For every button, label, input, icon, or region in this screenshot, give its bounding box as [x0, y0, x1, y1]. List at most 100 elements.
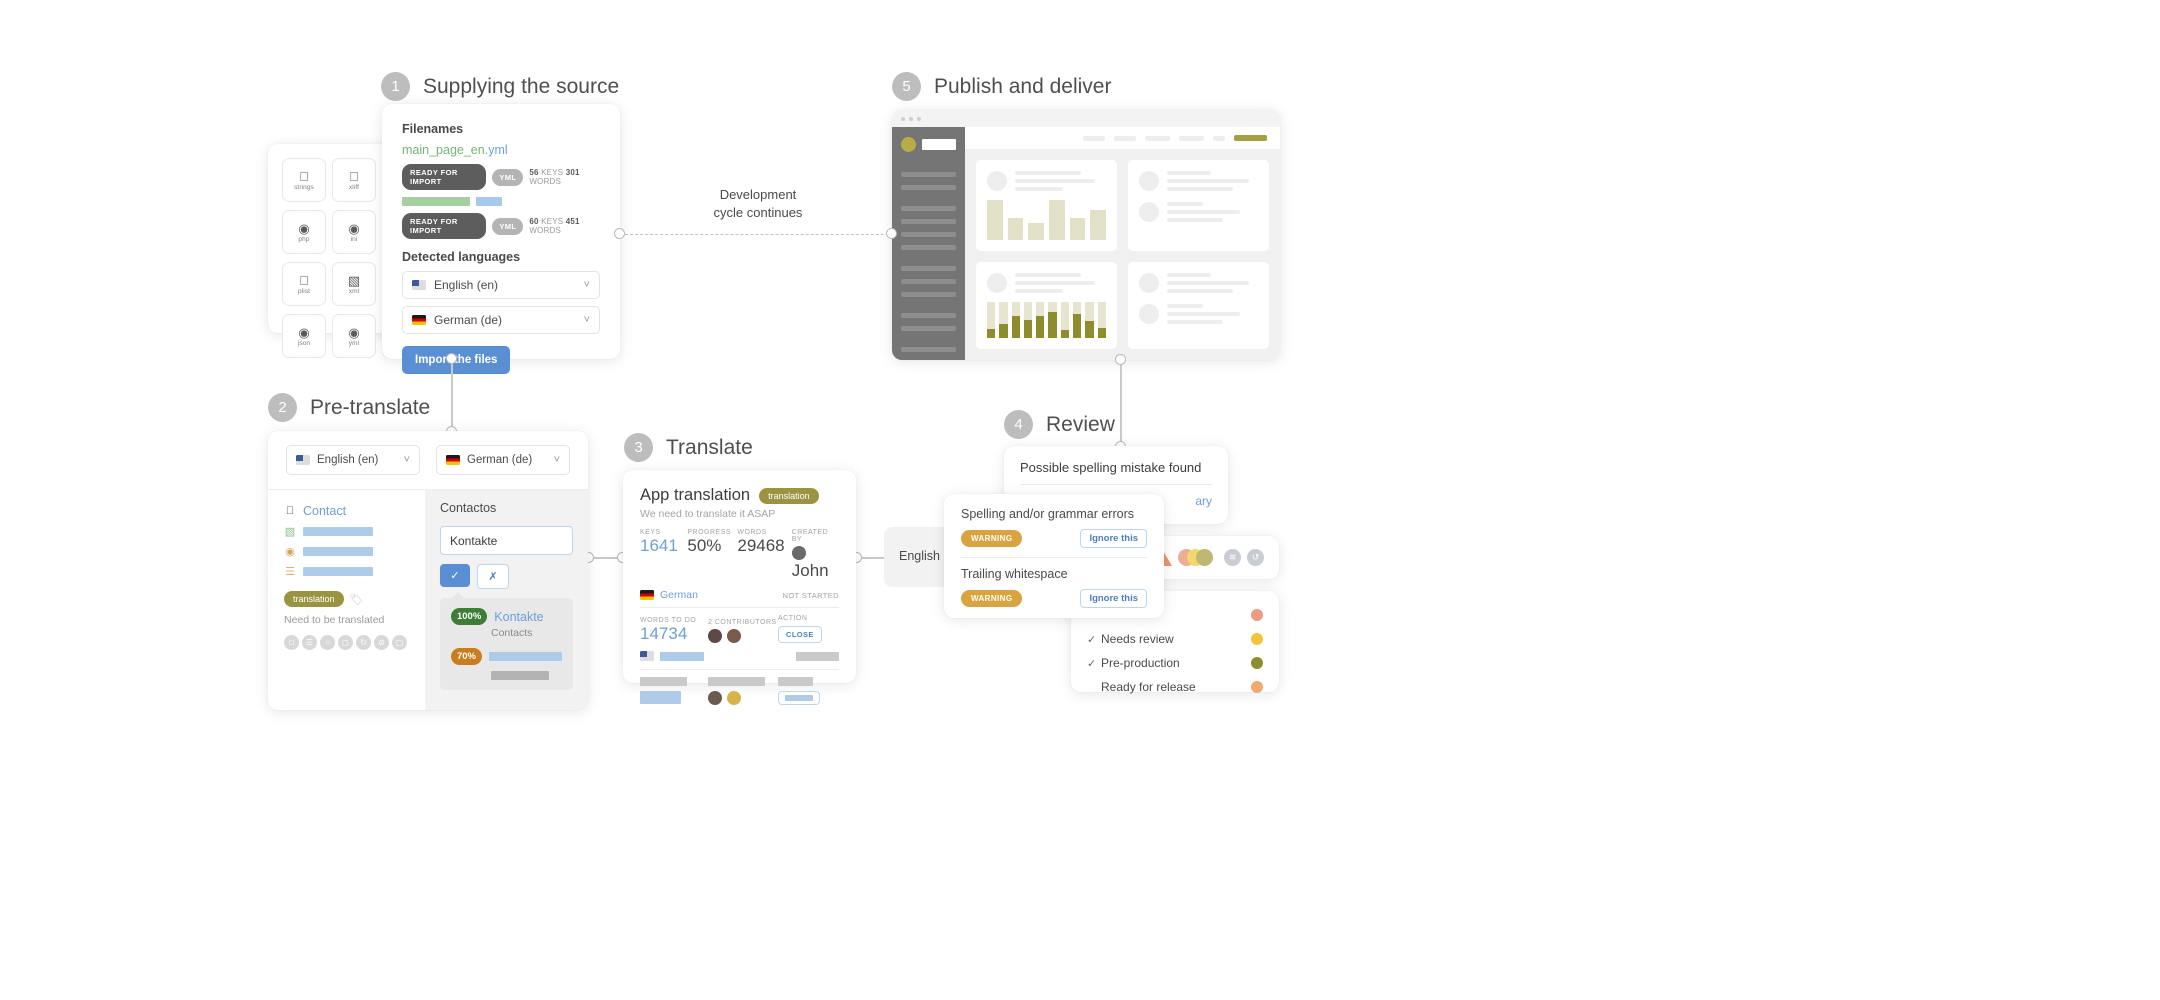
reject-button[interactable]: ✗ — [476, 564, 509, 589]
note-icon[interactable]: ☰ — [302, 635, 317, 650]
history-icon[interactable]: ↺ — [1247, 549, 1264, 566]
stat-label: PROGRESS — [687, 529, 732, 536]
stat-label: 2 CONTRIBUTORS — [708, 619, 777, 626]
refresh-icon[interactable]: ↻ — [356, 635, 371, 650]
target-language-select[interactable]: German (de) ˅ — [436, 445, 570, 475]
nav-item[interactable] — [1083, 135, 1105, 141]
language-name[interactable]: German — [660, 589, 698, 601]
copy-icon[interactable]: ◻ — [338, 635, 353, 650]
filename: main_page_en.yml — [402, 143, 600, 157]
keys-value: 56 — [529, 168, 539, 177]
format-ini[interactable]: ◉ ini — [332, 210, 376, 254]
delete-icon[interactable]: ▢ — [392, 635, 407, 650]
ignore-button[interactable]: Ignore this — [1080, 529, 1147, 548]
sidebar-item[interactable] — [901, 219, 956, 224]
chevron-down-icon: ˅ — [403, 454, 410, 466]
language-select-german[interactable]: German (de) ˅ — [402, 306, 600, 334]
stat-value: 29468 — [737, 536, 785, 555]
suggestion-row[interactable]: 100% Kontakte — [450, 608, 562, 625]
stat-words-to-do: WORDS TO DO 14734 — [640, 617, 708, 643]
status-dot — [1251, 657, 1263, 669]
project-subtitle: We need to translate it ASAP — [640, 508, 776, 520]
format-xliff[interactable]: xliff — [332, 158, 376, 202]
language-select-english[interactable]: English (en) ˅ — [402, 271, 600, 299]
comment-icon[interactable]: ◽ — [284, 635, 299, 650]
hide-icon[interactable]: ⊘ — [374, 635, 389, 650]
sidebar-item[interactable] — [901, 245, 956, 250]
text-line — [1015, 171, 1081, 175]
format-plist[interactable]: plist — [282, 262, 326, 306]
step-number: 3 — [624, 433, 653, 462]
sidebar-item[interactable] — [901, 232, 956, 237]
sidebar-item[interactable] — [901, 266, 956, 271]
nav-item[interactable] — [1114, 135, 1136, 141]
step-header-5: 5 Publish and deliver — [892, 72, 1111, 101]
status-label: Needs review — [1101, 632, 1174, 646]
sidebar-item[interactable] — [901, 326, 956, 331]
waves-icon[interactable]: ≋ — [1224, 549, 1241, 566]
format-label: xml — [348, 287, 360, 295]
suggestion-row[interactable]: 70% — [450, 648, 562, 665]
text-line — [1167, 273, 1211, 277]
ignore-button[interactable]: Ignore this — [1080, 589, 1147, 608]
status-row[interactable]: ✓ Pre-production — [1087, 651, 1263, 675]
format-strings[interactable]: strings — [282, 158, 326, 202]
source-key-row[interactable]:  Contact — [284, 504, 409, 518]
nav-item[interactable] — [1179, 135, 1204, 141]
sidebar-item[interactable] — [901, 313, 956, 318]
list-item — [1139, 171, 1258, 191]
close-icon: ✗ — [488, 571, 498, 583]
nav-item[interactable] — [1213, 135, 1225, 141]
placeholder-button[interactable] — [778, 691, 820, 705]
chrome-icon: ◉ — [298, 220, 310, 236]
nav-item[interactable] — [1145, 135, 1170, 141]
format-xml[interactable]: ▧ xml — [332, 262, 376, 306]
status-row[interactable]: ✓ Needs review — [1087, 627, 1263, 651]
connector-dot — [1115, 354, 1126, 365]
source-placeholder-row: ▧ — [284, 525, 409, 538]
status-badge: READY FOR IMPORT — [402, 164, 487, 190]
text-placeholder — [489, 652, 562, 661]
cycle-note-line-1: Development — [719, 187, 797, 202]
warning-badge: WARNING — [961, 590, 1023, 607]
avatar-placeholder — [987, 273, 1007, 293]
panel-rows — [1139, 273, 1258, 324]
import-card: Filenames main_page_en.yml READY FOR IMP… — [382, 104, 620, 374]
words-value: 301 — [565, 168, 580, 177]
color-circles-icon[interactable] — [1178, 549, 1218, 566]
column — [987, 302, 996, 338]
sidebar-item[interactable] — [901, 172, 956, 177]
format-php[interactable]: ◉ php — [282, 210, 326, 254]
progress-bars — [402, 197, 600, 206]
sidebar-item[interactable] — [901, 206, 956, 211]
source-language-select[interactable]: English (en) ˅ — [286, 445, 420, 475]
format-yml[interactable]: ◉ yml — [332, 314, 376, 358]
status-dot — [1251, 681, 1263, 693]
stat-created-by: CREATED BY John — [791, 529, 839, 580]
dashboard-logo — [901, 137, 956, 152]
source-pane:  Contact ▧ ◉ ☰ translation 🏷 Need to be… — [268, 490, 425, 710]
warning-row: WARNING Ignore this — [961, 529, 1147, 548]
apple-icon:  — [349, 170, 359, 183]
bar — [1028, 223, 1045, 240]
nav-cta-button[interactable] — [1234, 135, 1267, 141]
column-chart-placeholder — [987, 302, 1106, 338]
text-placeholder — [778, 677, 813, 686]
project-tag[interactable]: translation — [759, 487, 819, 504]
tag-badge[interactable]: translation — [284, 591, 344, 607]
confirm-button[interactable]: ✓ — [439, 564, 470, 587]
translation-input[interactable]: Kontakte — [439, 526, 573, 555]
android-icon: ▧ — [347, 272, 361, 288]
logo-mark — [901, 137, 916, 152]
close-button[interactable]: CLOSE — [778, 626, 822, 643]
status-row[interactable]: Ready for release — [1087, 675, 1263, 699]
sidebar-item[interactable] — [901, 347, 956, 352]
sidebar-item[interactable] — [901, 292, 956, 297]
format-json[interactable]: ◉ json — [282, 314, 326, 358]
sidebar-item[interactable] — [901, 279, 956, 284]
divider — [1020, 484, 1212, 485]
avatar-placeholder — [1139, 171, 1159, 191]
sidebar-item[interactable] — [901, 185, 956, 190]
window-dot — [901, 116, 905, 121]
screenshot-icon[interactable]: ○ — [320, 635, 335, 650]
